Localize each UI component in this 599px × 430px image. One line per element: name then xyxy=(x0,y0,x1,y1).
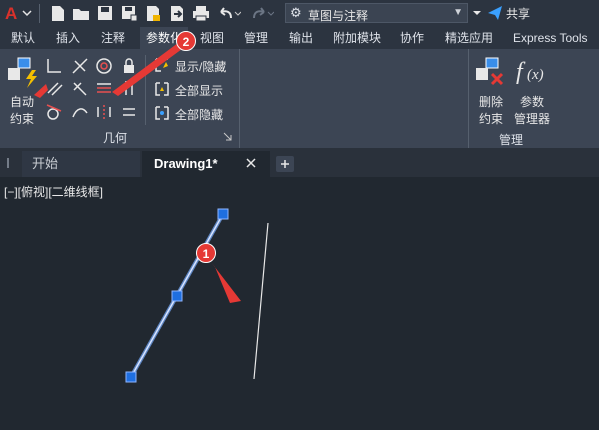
drawing-svg xyxy=(125,208,269,383)
annotation-arrow-auto-constrain xyxy=(34,84,48,98)
grip-end-top[interactable] xyxy=(217,208,229,220)
close-icon[interactable] xyxy=(246,158,256,168)
annotation-badge-1: 1 xyxy=(196,243,216,263)
annotation-overlay xyxy=(34,43,182,98)
tab-start[interactable]: 开始 xyxy=(22,151,140,177)
grip-end-bottom[interactable] xyxy=(125,371,137,383)
plus-icon xyxy=(281,160,289,168)
tab-start-label: 开始 xyxy=(32,156,59,171)
new-tab-button[interactable] xyxy=(276,156,294,172)
drawing-line[interactable] xyxy=(253,222,269,380)
tab-list-icon[interactable] xyxy=(6,156,16,170)
tab-drawing1-label: Drawing1* xyxy=(154,156,218,171)
document-tab-bar: 开始 Drawing1* xyxy=(0,148,599,177)
drawing-canvas[interactable]: [−][俯视][二维线框] 1 xyxy=(0,177,599,430)
annotation-arrow-1 xyxy=(211,262,241,303)
grip-midpoint[interactable] xyxy=(171,290,183,302)
annotation-arrow-2 xyxy=(112,43,182,96)
annotation-badge-2: 2 xyxy=(176,31,196,51)
